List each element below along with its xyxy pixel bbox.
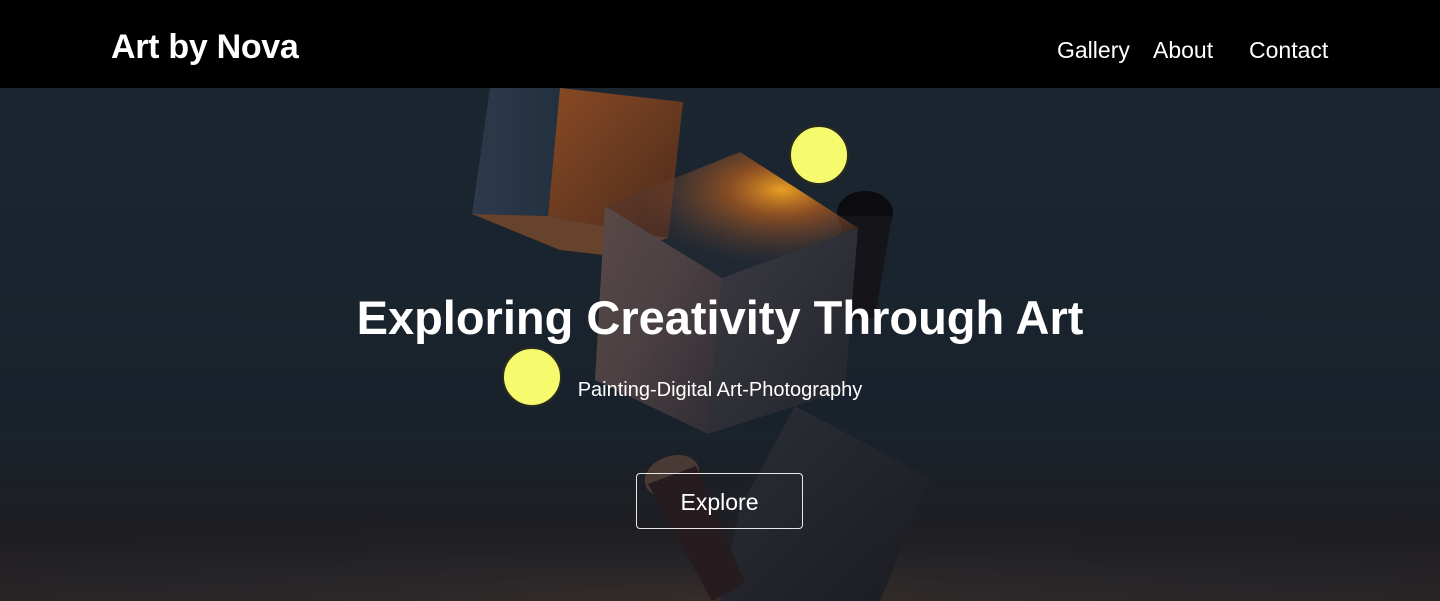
nav-link-about[interactable]: About	[1153, 39, 1213, 62]
hero-section: Exploring Creativity Through Art Paintin…	[0, 88, 1440, 601]
hero-title: Exploring Creativity Through Art	[356, 291, 1084, 344]
landing-page: Art by Nova Gallery About Contact Explor…	[0, 0, 1440, 601]
brand-logo-text[interactable]: Art by Nova	[111, 30, 299, 64]
yellow-orb-top	[789, 125, 849, 185]
top-navbar: Art by Nova Gallery About Contact	[0, 0, 1440, 88]
explore-button[interactable]: Explore	[636, 473, 803, 529]
nav-link-gallery[interactable]: Gallery	[1057, 39, 1130, 62]
hero-subtitle: Painting-Digital Art-Photography	[577, 379, 863, 401]
nav-link-contact[interactable]: Contact	[1249, 39, 1328, 62]
yellow-orb-left	[502, 347, 562, 407]
